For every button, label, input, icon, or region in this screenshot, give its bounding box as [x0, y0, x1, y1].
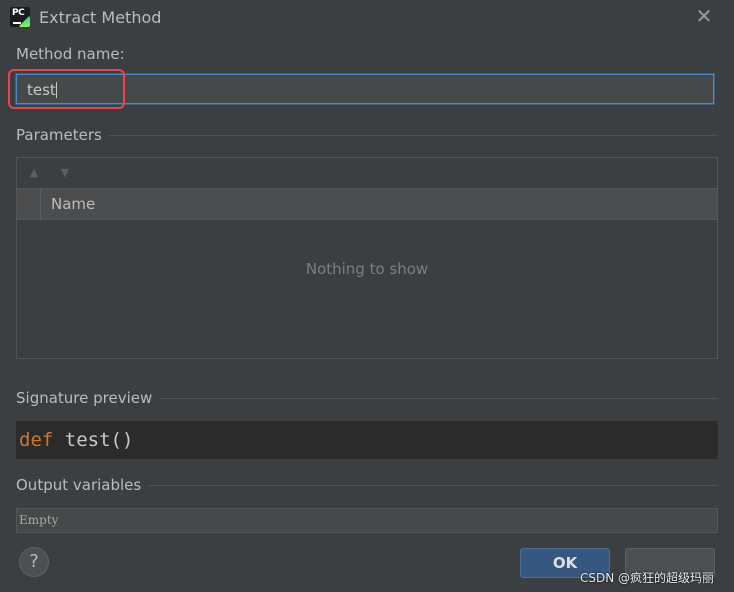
signature-text: test()	[53, 429, 134, 451]
output-separator	[148, 485, 718, 486]
move-up-icon[interactable]: ▲	[24, 166, 44, 180]
signature-separator	[160, 398, 718, 399]
column-header-name[interactable]: Name	[51, 195, 95, 213]
empty-table-message: Nothing to show	[305, 260, 429, 278]
help-button[interactable]: ?	[19, 547, 49, 577]
checkbox-column-header[interactable]	[17, 189, 41, 220]
output-variables-field: Empty	[16, 508, 718, 533]
annotation-highlight	[8, 69, 125, 109]
watermark: CSDN @疯狂的超级玛丽	[580, 571, 715, 585]
pycharm-icon: PC	[10, 7, 30, 27]
parameters-separator	[108, 135, 718, 136]
signature-preview-label: Signature preview	[16, 389, 153, 407]
parameters-toolbar	[17, 158, 717, 189]
parameters-label: Parameters	[16, 126, 102, 144]
signature-preview-box: def test()	[16, 421, 718, 459]
output-variables-label: Output variables	[16, 476, 142, 494]
window-title: Extract Method	[39, 8, 162, 27]
method-name-label: Method name:	[16, 45, 125, 63]
close-icon[interactable]: ✕	[694, 6, 714, 26]
app-icon-text: PC	[12, 8, 25, 18]
def-keyword: def	[19, 429, 54, 451]
table-header	[17, 189, 717, 220]
move-down-icon[interactable]: ▼	[55, 166, 75, 180]
